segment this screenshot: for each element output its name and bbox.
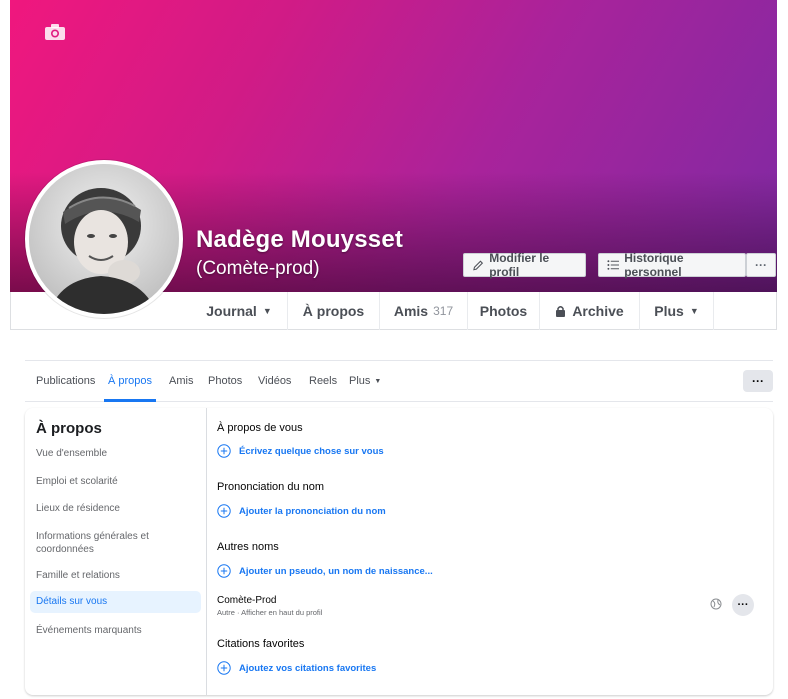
list-icon xyxy=(607,260,620,270)
tab-about[interactable]: À propos xyxy=(288,292,380,330)
caret-down-icon: ▼ xyxy=(262,306,272,316)
tab-journal[interactable]: Journal ▼ xyxy=(191,292,288,330)
about-heading: À propos xyxy=(36,420,102,437)
add-quotes-label: Ajoutez vos citations favorites xyxy=(239,662,377,674)
plus-circle-icon xyxy=(217,661,231,675)
about-card: À propos Vue d'ensemble Emploi et scolar… xyxy=(25,408,773,695)
tab-photos-label: Photos xyxy=(479,303,528,319)
add-quotes-link[interactable]: Ajoutez vos citations favorites xyxy=(217,661,376,675)
about-content: À propos de vous Écrivez quelque chose s… xyxy=(217,408,767,695)
subtab-videos[interactable]: Vidéos xyxy=(258,361,291,401)
pencil-icon xyxy=(473,260,484,270)
plus-circle-icon xyxy=(217,564,231,578)
other-name-value: Comète-Prod xyxy=(217,595,277,606)
sidebar-item-work-education[interactable]: Emploi et scolarité xyxy=(30,476,201,487)
caret-down-icon: ▼ xyxy=(374,377,382,385)
cover-more-button[interactable]: ··· xyxy=(746,253,776,277)
subtabs-options-button[interactable]: ··· xyxy=(743,370,773,392)
tab-friends-label: Amis xyxy=(393,303,429,319)
camera-icon[interactable] xyxy=(45,24,65,40)
activity-log-label: Historique personnel xyxy=(624,251,684,279)
profile-picture xyxy=(29,164,179,314)
tab-more-label: Plus xyxy=(654,303,684,319)
tab-photos[interactable]: Photos xyxy=(468,292,540,330)
add-about-you-link[interactable]: Écrivez quelque chose sur vous xyxy=(217,444,384,458)
section-title-other-names: Autres noms xyxy=(217,541,279,553)
tab-archive-label: Archive xyxy=(572,303,624,319)
tab-archive[interactable]: Archive xyxy=(540,292,640,330)
about-sidebar: À propos Vue d'ensemble Emploi et scolar… xyxy=(25,408,207,695)
edit-profile-label: Modifier le profil xyxy=(489,251,550,279)
sidebar-item-overview[interactable]: Vue d'ensemble xyxy=(30,448,201,459)
tab-journal-label: Journal xyxy=(206,303,257,319)
add-pronunciation-link[interactable]: Ajouter la prononciation du nom xyxy=(217,504,386,518)
edit-profile-button[interactable]: Modifier le profil xyxy=(463,251,586,279)
section-title-quotes: Citations favorites xyxy=(217,638,305,650)
globe-icon[interactable] xyxy=(710,598,722,610)
subtab-about[interactable]: À propos xyxy=(103,361,157,402)
avatar[interactable] xyxy=(25,160,183,318)
other-name-options-button[interactable]: ··· xyxy=(732,594,754,616)
section-title-about-you: À propos de vous xyxy=(217,422,303,434)
plus-circle-icon xyxy=(217,504,231,518)
sidebar-item-family[interactable]: Famille et relations xyxy=(30,570,201,581)
sidebar-item-contact-info[interactable]: Informations générales et coordonnées xyxy=(30,530,201,556)
sidebar-item-places[interactable]: Lieux de résidence xyxy=(30,503,201,514)
subtab-more-label: Plus xyxy=(349,375,371,387)
activity-log-button[interactable]: Historique personnel xyxy=(598,251,746,279)
add-about-you-label: Écrivez quelque chose sur vous xyxy=(239,445,384,457)
other-name-detail: Autre · Afficher en haut du profil xyxy=(217,608,323,617)
plus-circle-icon xyxy=(217,444,231,458)
subtab-reels[interactable]: Reels xyxy=(309,361,337,401)
subtab-more[interactable]: Plus ▼ xyxy=(349,361,381,401)
add-pronunciation-label: Ajouter la prononciation du nom xyxy=(239,505,386,517)
profile-alternate-name: (Comète-prod) xyxy=(196,258,320,279)
tab-friends[interactable]: Amis 317 xyxy=(380,292,468,330)
caret-down-icon: ▼ xyxy=(689,306,699,316)
subtab-friends[interactable]: Amis xyxy=(169,361,193,401)
profile-name[interactable]: Nadège Mouysset xyxy=(196,226,403,254)
sidebar-item-details[interactable]: Détails sur vous xyxy=(30,591,201,613)
subtab-publications[interactable]: Publications xyxy=(36,361,95,401)
tab-about-label: À propos xyxy=(302,303,365,319)
add-other-name-label: Ajouter un pseudo, un nom de naissance..… xyxy=(239,565,433,577)
tab-more[interactable]: Plus ▼ xyxy=(640,292,714,330)
profile-subtabs: Publications À propos Amis Photos Vidéos… xyxy=(25,360,773,402)
section-title-pronunciation: Prononciation du nom xyxy=(217,481,325,493)
subtab-photos[interactable]: Photos xyxy=(208,361,242,401)
lock-icon xyxy=(556,306,566,317)
add-other-name-link[interactable]: Ajouter un pseudo, un nom de naissance..… xyxy=(217,564,433,578)
sidebar-item-life-events[interactable]: Événements marquants xyxy=(30,625,201,636)
friends-count: 317 xyxy=(433,304,454,318)
